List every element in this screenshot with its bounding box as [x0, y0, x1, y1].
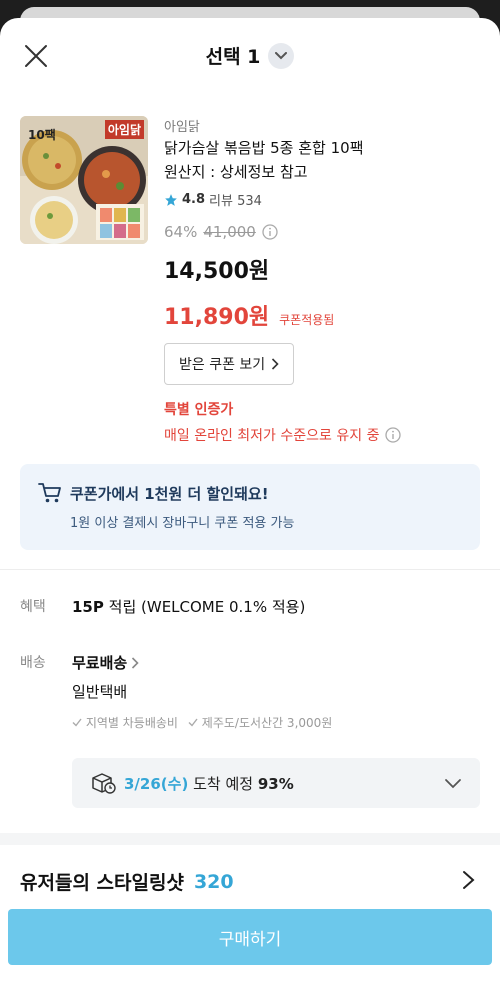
delivery-date: 3/26(수) — [124, 774, 189, 793]
free-shipping-link[interactable]: 무료배송 — [72, 652, 139, 673]
shipping-note-island: 제주도/도서산간 3,000원 — [188, 714, 332, 731]
shipping-note-1: 지역별 차등배송비 — [85, 716, 178, 730]
review-count: 리뷰 534 — [209, 194, 262, 209]
product-origin: 원산지 : 상세정보 참고 — [164, 163, 308, 181]
free-shipping-text: 무료배송 — [72, 654, 128, 672]
banner-title-row: 쿠폰가에서 1천원 더 할인돼요! — [38, 482, 269, 504]
banner-title: 쿠폰가에서 1천원 더 할인돼요! — [70, 484, 269, 503]
chevron-right-icon — [463, 871, 475, 889]
buy-button[interactable]: 구매하기 — [8, 909, 492, 965]
chevron-down-icon — [445, 779, 461, 789]
shipping-note-2: 제주도/도서산간 3,000원 — [201, 716, 333, 730]
special-price-text: 매일 온라인 최저가 수준으로 유지 중 — [164, 428, 380, 444]
info-icon[interactable] — [262, 224, 278, 240]
chevron-right-icon — [272, 358, 279, 370]
delivery-arrive-text: 도착 예정 — [188, 774, 258, 793]
shipping-note-regional: 지역별 차등배송비 — [72, 714, 178, 731]
benefit-row: 혜택 15P 적립 (WELCOME 0.1% 적용) — [20, 596, 305, 617]
discount-percent: 64% — [164, 223, 198, 241]
product-name: 닭가슴살 볶음밥 5종 혼합 10팩 — [164, 139, 364, 157]
section-gap — [0, 833, 500, 845]
rating-score: 4.8 — [182, 192, 206, 207]
check-icon — [188, 718, 198, 727]
box-clock-icon — [92, 773, 116, 794]
shipping-section: 배송 무료배송 일반택배 지역별 차등배송비 제주도/도서산간 3,000원 — [20, 652, 480, 731]
styling-count: 320 — [193, 870, 234, 893]
shipping-type: 일반택배 — [72, 683, 128, 701]
chevron-right-icon — [132, 656, 139, 669]
coupon-price: 11,890원 — [164, 305, 270, 330]
view-coupons-label: 받은 쿠폰 보기 — [179, 357, 266, 373]
sheet-title: 선택 1 — [205, 46, 261, 68]
discount-row: 64% 41,000 — [164, 223, 480, 241]
brand-logo: 아임닭 — [104, 120, 144, 139]
benefit-label: 혜택 — [20, 599, 46, 615]
rating-row[interactable]: 4.8 리뷰 534 — [164, 190, 480, 209]
original-price: 41,000 — [203, 223, 256, 241]
special-price-desc: 매일 온라인 최저가 수준으로 유지 중 — [164, 425, 480, 445]
sheet-header: 선택 1 — [0, 18, 500, 94]
thumb-badge: 10팩 — [28, 128, 56, 142]
chevron-down-icon — [268, 42, 295, 69]
delivery-probability: 93% — [257, 774, 294, 793]
coupon-price-row: 11,890원 쿠폰적용됨 — [164, 299, 480, 331]
banner-subtitle: 1원 이상 결제시 장바구니 쿠폰 적용 가능 — [70, 516, 295, 531]
check-icon — [72, 718, 82, 727]
option-selector[interactable]: 선택 1 — [0, 42, 500, 69]
bottom-sheet: 선택 1 10팩 아임닭 아임닭 닭가슴살 볶음밥 5종 혼합 10팩 원산지 … — [0, 18, 500, 991]
product-thumbnail[interactable]: 10팩 아임닭 — [20, 116, 148, 244]
sale-price: 14,500원 — [164, 259, 270, 284]
special-price-title: 특별 인증가 — [164, 402, 234, 418]
coupon-banner[interactable]: 쿠폰가에서 1천원 더 할인돼요! 1원 이상 결제시 장바구니 쿠폰 적용 가… — [20, 464, 480, 550]
info-icon[interactable] — [385, 427, 402, 443]
styling-title: 유저들의 스타일링샷 — [20, 872, 184, 894]
shipping-notes: 지역별 차등배송비 제주도/도서산간 3,000원 — [72, 714, 480, 731]
delivery-text: 3/26(수) 도착 예정 93% — [124, 773, 294, 794]
star-icon — [165, 193, 177, 206]
brand-name[interactable]: 아임닭 — [164, 116, 480, 136]
coupon-applied-label: 쿠폰적용됨 — [279, 313, 335, 327]
view-coupons-button[interactable]: 받은 쿠폰 보기 — [164, 343, 295, 385]
benefit-value: 15P 적립 (WELCOME 0.1% 적용) — [72, 596, 305, 617]
benefit-points: 15P — [72, 598, 104, 616]
section-divider — [0, 569, 500, 570]
delivery-estimate[interactable]: 3/26(수) 도착 예정 93% — [72, 758, 480, 808]
styling-shots-header[interactable]: 유저들의 스타일링샷 320 — [20, 868, 480, 895]
product-info: 아임닭 닭가슴살 볶음밥 5종 혼합 10팩 원산지 : 상세정보 참고 4.8… — [164, 116, 480, 445]
benefit-detail: 적립 (WELCOME 0.1% 적용) — [103, 598, 306, 616]
shipping-label: 배송 — [20, 655, 46, 671]
cart-icon — [38, 483, 61, 503]
